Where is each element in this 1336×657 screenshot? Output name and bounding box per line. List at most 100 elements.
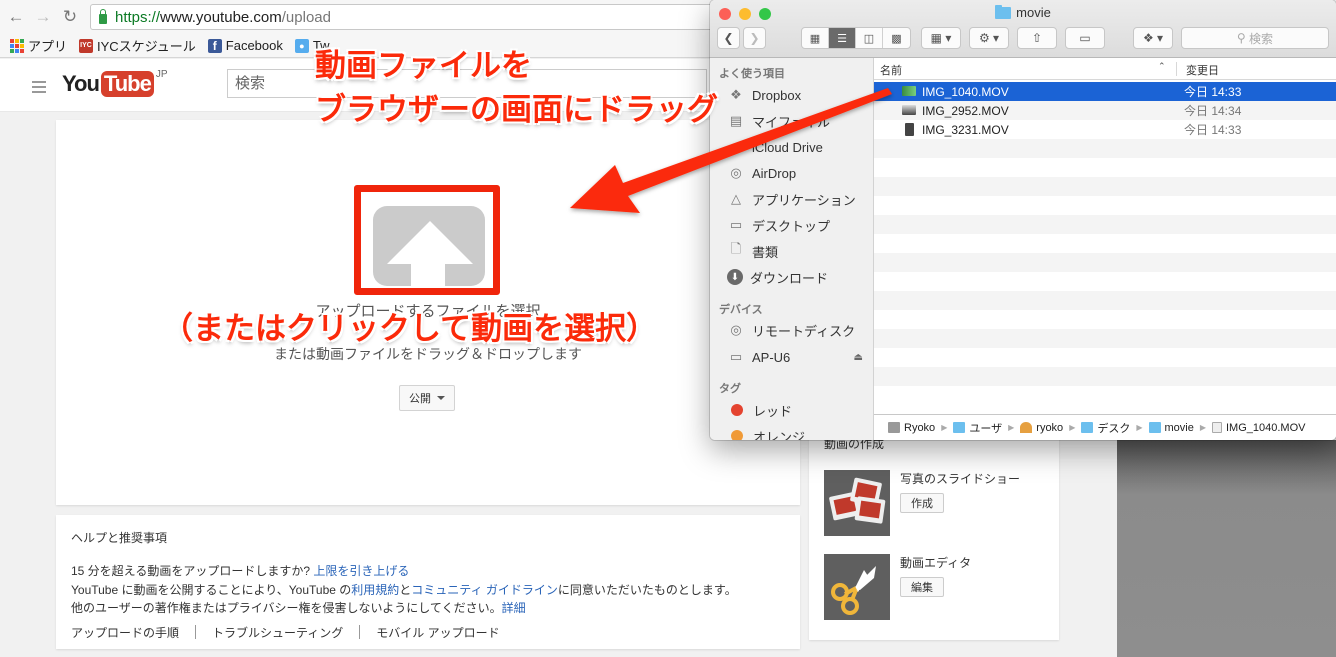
folder-icon [995, 4, 1012, 19]
finder-sidebar: よく使う項目 ❖ Dropbox ▤ マイファイル ☁ iCloud Drive ◎ A… [710, 58, 874, 440]
desktop-background [1117, 440, 1336, 657]
path-item[interactable]: ryoko [1020, 422, 1063, 434]
finder-title: movie [710, 4, 1336, 20]
youtube-logo[interactable]: You Tube JP [62, 69, 168, 97]
path-item[interactable]: IMG_1040.MOV [1212, 422, 1305, 434]
path-item[interactable]: movie [1148, 422, 1194, 434]
remote-disc-icon: ◎ [730, 322, 742, 337]
help-line-3: 他のユーザーの著作権またはプライバシー権を侵害しないようにしてください。詳細 [71, 601, 526, 615]
sidebar-item-icloud[interactable]: ☁ iCloud Drive [727, 136, 867, 158]
caret-down-icon [437, 396, 445, 400]
logo-you: You [62, 71, 100, 96]
sidebar-tag-red[interactable]: レッド [727, 399, 867, 421]
sidebar-item-applications[interactable]: △ アプリケーション [727, 188, 867, 210]
finder-search-input[interactable]: ⚲ 検索 [1181, 27, 1329, 49]
eject-icon[interactable]: ⏏ [854, 352, 863, 363]
edit-video-button[interactable]: 編集 [900, 577, 944, 597]
help-footer: アップロードの手順 トラブルシューティング モバイル アップロード [71, 624, 785, 641]
privacy-dropdown[interactable]: 公開 [399, 385, 455, 411]
create-slideshow-button[interactable]: 作成 [900, 493, 944, 513]
airdrop-icon: ◎ [730, 165, 742, 180]
arrange-button[interactable]: ▦ ▾ [921, 27, 961, 49]
upload-icon[interactable] [373, 206, 485, 286]
upload-steps-link[interactable]: アップロードの手順 [71, 624, 179, 641]
finder-back-button[interactable]: ❮ [717, 27, 740, 49]
dropbox-icon: ❖ [730, 87, 742, 102]
finder-title-text: movie [1016, 5, 1051, 20]
slideshow-item: 写真のスライドショー 作成 [824, 470, 1054, 536]
sidebar-item-ap-u6[interactable]: ▭ AP-U6 ⏏ [727, 346, 867, 368]
favorites-header: よく使う項目 [719, 68, 785, 80]
path-item[interactable]: ユーザ [953, 420, 1002, 436]
column-view-button[interactable]: ◫ [856, 28, 883, 48]
date-column-header[interactable]: 変更日 [1176, 62, 1219, 77]
share-button[interactable]: ⇧ [1017, 27, 1057, 49]
bookmark-apps[interactable]: アプリ [10, 36, 67, 55]
url-scheme: https:// [115, 8, 161, 26]
privacy-value: 公開 [409, 393, 431, 405]
orange-tag-icon [731, 430, 743, 440]
icloud-icon: ☁ [729, 139, 743, 154]
name-column-header[interactable]: 名前 [880, 62, 902, 78]
help-title: ヘルプと推奨事項 [71, 531, 168, 545]
downloads-icon: ⬇ [727, 269, 743, 285]
sidebar-item-dropbox[interactable]: ❖ Dropbox [727, 84, 867, 106]
terms-link[interactable]: 利用規約 [351, 583, 399, 597]
path-bar: Ryoko ▶ ユーザ ▶ ryoko ▶ デスク ▶ movie ▶ IMG_… [874, 414, 1336, 440]
finder-forward-button[interactable]: ❯ [743, 27, 766, 49]
sidebar-item-downloads[interactable]: ⬇ ダウンロード [727, 266, 867, 288]
users-folder-icon [953, 422, 966, 433]
coverflow-view-button[interactable]: ▩ [883, 28, 910, 48]
tag-button[interactable]: ▭ [1065, 27, 1105, 49]
guidelines-link[interactable]: コミュニティ ガイドライン [411, 583, 558, 597]
drive-icon: ▭ [729, 349, 743, 364]
upload-highlight-box[interactable] [354, 185, 500, 295]
scissors-icon [824, 554, 890, 620]
video-thumbnail-icon [905, 123, 914, 136]
sidebar-item-airdrop[interactable]: ◎ AirDrop [727, 162, 867, 184]
file-row[interactable]: IMG_2952.MOV 今日 14:34 [874, 101, 1336, 120]
mobile-upload-link[interactable]: モバイル アップロード [376, 624, 499, 641]
sidebar-item-remote-disc[interactable]: ◎ リモートディスク [727, 319, 867, 341]
bookmark-iyc[interactable]: IYC IYCスケジュール [79, 36, 196, 55]
dropbox-button[interactable]: ❖ ▾ [1133, 27, 1173, 49]
apps-grid-icon [10, 38, 24, 53]
file-row[interactable]: IMG_3231.MOV 今日 14:33 [874, 120, 1336, 139]
video-thumbnail-icon [902, 105, 916, 115]
finder-window: movie ❮ ❯ ▦ ☰ ◫ ▩ ▦ ▾ ⚙ ▾ ⇧ ▭ ❖ ▾ ⚲ 検索 よ… [710, 0, 1336, 440]
sidebar-item-documents[interactable]: 🗋 書類 [727, 240, 867, 262]
path-item[interactable]: デスク [1081, 420, 1130, 436]
bookmark-label: アプリ [28, 39, 68, 54]
create-video-panel: 動画の作成 写真のスライドショー 作成 動画エディタ 編集 [809, 420, 1059, 640]
sidebar-item-all-files[interactable]: ▤ マイファイル [727, 110, 867, 132]
red-tag-icon [731, 404, 743, 416]
facebook-icon: f [207, 38, 222, 53]
forward-button[interactable]: → [32, 6, 54, 28]
path-item[interactable]: Ryoko [888, 422, 935, 434]
all-files-icon: ▤ [729, 113, 743, 128]
url-host: www.youtube.com [160, 8, 282, 26]
sidebar-item-desktop[interactable]: ▭ デスクトップ [727, 214, 867, 236]
menu-icon[interactable] [32, 81, 46, 96]
help-panel: ヘルプと推奨事項 15 分を超える動画をアップロードしますか? 上限を引き上げる… [56, 515, 800, 649]
editor-label: 動画エディタ [900, 556, 972, 570]
devices-header: デバイス [719, 304, 763, 316]
hard-disk-icon [888, 422, 900, 433]
details-link[interactable]: 詳細 [502, 601, 526, 615]
icon-view-button[interactable]: ▦ [802, 28, 829, 48]
list-view-button[interactable]: ☰ [829, 28, 856, 48]
reload-button[interactable]: ↻ [59, 6, 81, 28]
view-mode-selector: ▦ ☰ ◫ ▩ [801, 27, 911, 49]
action-gear-button[interactable]: ⚙ ▾ [969, 27, 1009, 49]
address-bar[interactable]: https://www.youtube.com/upload [90, 4, 730, 30]
bookmark-facebook[interactable]: f Facebook [207, 38, 283, 53]
logo-tube: Tube [100, 71, 154, 97]
folder-icon [1148, 422, 1161, 433]
back-button[interactable]: ← [5, 6, 27, 28]
raise-limit-link[interactable]: 上限を引き上げる [313, 564, 409, 578]
desktop-folder-icon [1081, 422, 1094, 433]
troubleshooting-link[interactable]: トラブルシューティング [212, 624, 343, 641]
file-row[interactable]: IMG_1040.MOV 今日 14:33 [874, 82, 1336, 101]
column-headers: 名前 ⌃ 変更日 [874, 58, 1336, 80]
sidebar-tag-orange[interactable]: オレンジ [727, 425, 867, 440]
